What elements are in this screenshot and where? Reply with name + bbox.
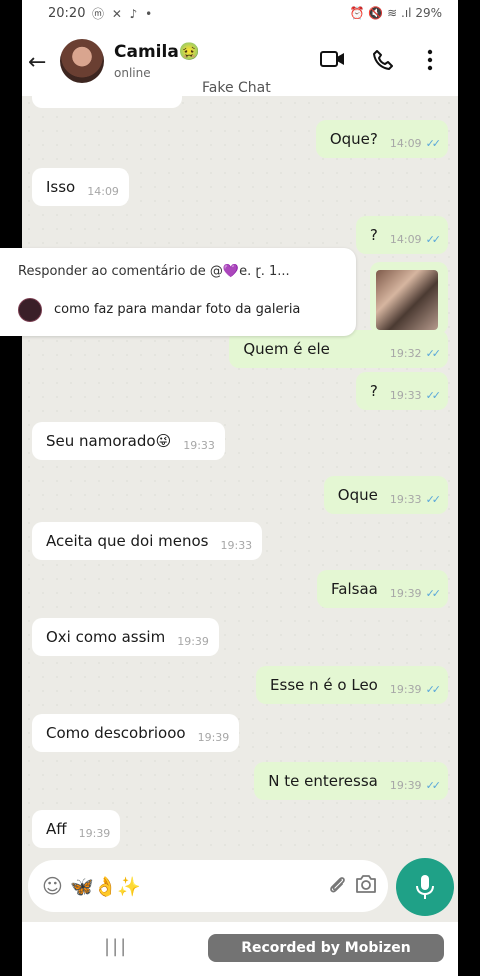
read-ticks-icon: ✓✓ [425, 778, 442, 792]
reply-comment-text: como faz para mandar foto da galeria [54, 302, 301, 317]
read-ticks-icon: ✓✓ [425, 232, 442, 246]
attach-icon[interactable] [326, 874, 348, 901]
avatar[interactable] [60, 39, 104, 83]
message-bubble-incoming[interactable]: Seu namorado😜 19:33 [32, 422, 225, 460]
message-time: 19:39 [177, 634, 209, 648]
read-ticks-icon: ✓✓ [425, 492, 442, 506]
message-time: 19:39 [389, 778, 422, 792]
message-text: Oque? [329, 130, 378, 148]
message-text: Isso [46, 178, 76, 196]
read-ticks-icon: ✓✓ [425, 682, 442, 696]
message-text: Oque [337, 486, 378, 504]
emoji-icon[interactable]: ☺ [42, 874, 63, 898]
message-time: 19:33 [389, 388, 422, 402]
message-bubble-outgoing[interactable]: ? 14:09 ✓✓ [355, 216, 448, 254]
message-text: N te enteressa [268, 772, 378, 790]
message-text: Falsaa [331, 580, 378, 598]
reply-comment-overlay: Responder ao comentário de @💜e. ɽ. 1... … [0, 248, 356, 336]
recents-icon[interactable]: ||| [104, 936, 128, 957]
image-message[interactable] [370, 262, 448, 334]
chat-area[interactable]: Oque? 14:09 ✓✓ Isso 14:09 ? 14:09 ✓✓ Que… [22, 96, 458, 856]
message-time: 19:39 [78, 826, 111, 840]
contact-name[interactable]: Camila🤢 [114, 42, 200, 62]
notification-icons: ⓜ ✕ ♪ • [92, 7, 155, 21]
status-time: 20:20 [48, 6, 86, 21]
message-bubble-outgoing[interactable]: ? 19:33 ✓✓ [355, 372, 448, 410]
commenter-avatar [18, 298, 42, 322]
message-text: Aceita que doi menos [46, 532, 209, 550]
message-time: 19:33 [220, 538, 253, 552]
phone-icon[interactable] [372, 49, 394, 76]
message-bubble-outgoing[interactable]: Oque 19:33 ✓✓ [323, 476, 448, 514]
message-bubble-outgoing[interactable]: Oque? 14:09 ✓✓ [315, 120, 448, 158]
system-icons: ⏰ 🔇 ≋ .ıl [349, 6, 412, 20]
message-text: Aff [46, 820, 67, 838]
read-ticks-icon: ✓✓ [425, 346, 442, 360]
message-time: 19:33 [183, 438, 215, 452]
message-input-bar[interactable]: ☺ 🦋👌✨ [28, 860, 388, 912]
message-bubble-incoming[interactable]: Isso 14:09 [32, 168, 129, 206]
message-bubble-incoming[interactable]: Aff 19:39 [32, 810, 121, 848]
message-time: 19:39 [389, 586, 422, 600]
fake-chat-label: Fake Chat [202, 80, 271, 96]
message-text: Oxi como assim [46, 628, 166, 646]
message-text: ? [369, 226, 378, 244]
more-vert-icon[interactable] [426, 49, 434, 76]
contact-status: online [114, 66, 151, 80]
message-bubble-incoming[interactable]: Como descobriooo 19:39 [32, 714, 240, 752]
message-time: 19:33 [389, 492, 422, 506]
message-text: ? [369, 382, 378, 400]
message-time: 14:09 [389, 136, 422, 150]
message-text: Como descobriooo [46, 724, 186, 742]
read-ticks-icon: ✓✓ [425, 136, 442, 150]
message-bubble-outgoing[interactable]: Falsaa 19:39 ✓✓ [317, 570, 448, 608]
microphone-button[interactable] [396, 858, 454, 916]
read-ticks-icon: ✓✓ [425, 586, 442, 600]
message-bubble-incoming[interactable]: Aceita que doi menos 19:33 [32, 522, 263, 560]
video-call-icon[interactable] [320, 49, 346, 74]
read-ticks-icon: ✓✓ [425, 388, 442, 402]
message-text: Quem é ele [243, 340, 330, 358]
message-text: Esse n é o Leo [270, 676, 378, 694]
typed-emojis[interactable]: 🦋👌✨ [70, 875, 141, 898]
message-time: 19:39 [389, 682, 422, 696]
back-arrow-icon[interactable]: ← [28, 50, 46, 75]
status-right: ⏰ 🔇 ≋ .ıl 29% [350, 6, 442, 20]
message-text: Seu namorado😜 [46, 432, 172, 450]
photo-thumbnail[interactable] [376, 270, 438, 330]
camera-icon[interactable] [354, 873, 378, 900]
recording-watermark: Recorded by Mobizen [208, 934, 444, 962]
message-time: 19:39 [197, 730, 230, 744]
reply-title: Responder ao comentário de @💜e. ɽ. 1... [18, 264, 290, 279]
phone-screen: 20:20 ⓜ ✕ ♪ • ⏰ 🔇 ≋ .ıl 29% ← Camila🤢 on… [22, 0, 458, 976]
status-bar: 20:20 ⓜ ✕ ♪ • ⏰ 🔇 ≋ .ıl 29% [22, 0, 458, 30]
message-bubble-partial [32, 96, 182, 108]
message-time: 14:09 [389, 232, 422, 246]
message-bubble-outgoing[interactable]: Esse n é o Leo 19:39 ✓✓ [256, 666, 448, 704]
message-bubble-incoming[interactable]: Oxi como assim 19:39 [32, 618, 219, 656]
message-bubble-outgoing[interactable]: N te enteressa 19:39 ✓✓ [254, 762, 448, 800]
message-time: 14:09 [87, 184, 119, 198]
battery-level: 29% [415, 6, 442, 20]
message-time: 19:32 [389, 346, 422, 360]
